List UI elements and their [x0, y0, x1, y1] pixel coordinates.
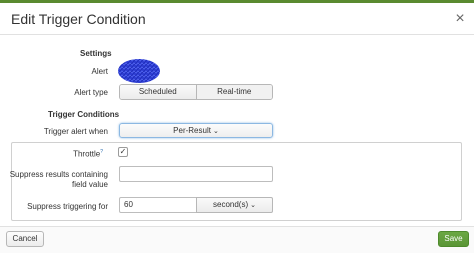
suppress-fields-label: Suppress results containing field value: [9, 170, 108, 189]
throttle-label: Throttle?: [73, 149, 103, 159]
dialog-footer: [0, 226, 474, 253]
chevron-down-icon: ⌄: [212, 128, 219, 135]
close-icon[interactable]: ×: [452, 10, 468, 28]
trigger-conditions-heading: Trigger Conditions: [48, 110, 120, 119]
chevron-down-icon: ⌄: [250, 202, 256, 209]
redacted-alert-name: [118, 59, 160, 83]
alert-type-toggle: Scheduled Real-time: [119, 84, 273, 100]
alert-type-scheduled-button[interactable]: Scheduled: [120, 85, 196, 99]
dialog-header: Edit Trigger Condition ×: [0, 3, 474, 35]
cancel-button[interactable]: Cancel: [6, 231, 44, 247]
checkmark-icon: ✓: [119, 147, 127, 156]
alert-label: Alert: [91, 67, 108, 76]
help-icon[interactable]: ?: [100, 149, 103, 155]
settings-heading: Settings: [80, 49, 112, 58]
alert-type-realtime-button[interactable]: Real-time: [195, 85, 272, 99]
suppress-unit-dropdown[interactable]: second(s) ⌄: [196, 197, 273, 213]
trigger-when-dropdown[interactable]: Per-Result ⌄: [119, 123, 273, 138]
save-button[interactable]: Save: [438, 231, 469, 247]
suppress-for-label: Suppress triggering for: [27, 202, 108, 211]
dialog-title: Edit Trigger Condition: [11, 11, 146, 27]
throttle-checkbox[interactable]: ✓: [118, 147, 128, 157]
trigger-when-value: Per-Result: [173, 126, 211, 135]
suppress-unit-value: second(s): [213, 200, 249, 209]
trigger-when-label: Trigger alert when: [43, 127, 108, 136]
alert-type-label: Alert type: [74, 88, 108, 97]
suppress-for-input[interactable]: 60: [119, 197, 197, 213]
suppress-fields-input[interactable]: [119, 166, 273, 182]
